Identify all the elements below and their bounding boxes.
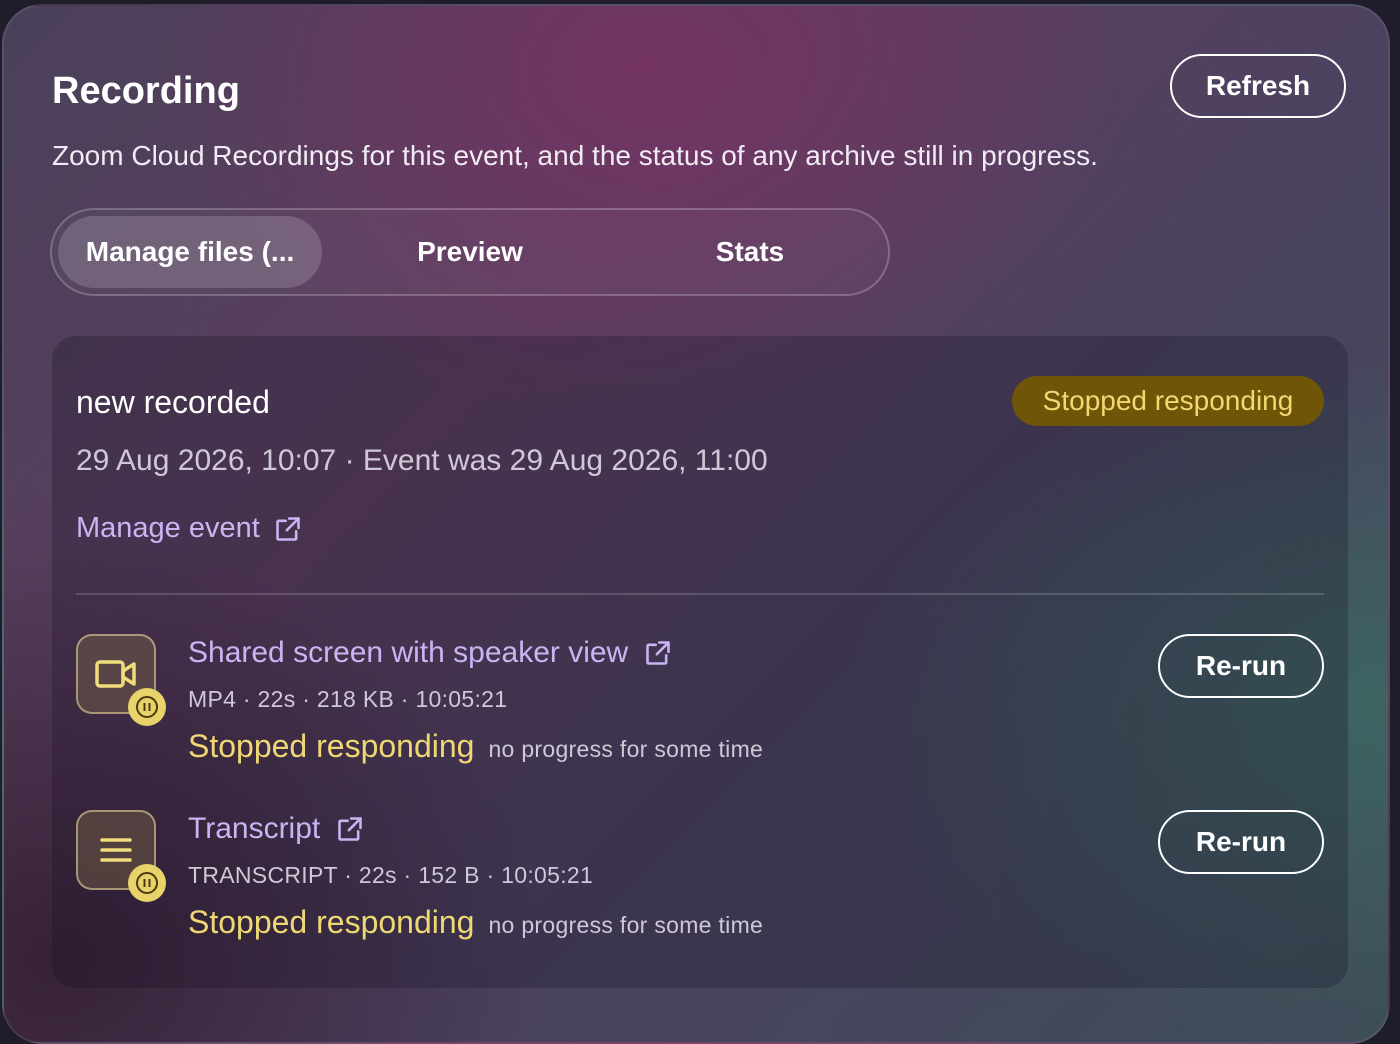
- manage-event-link[interactable]: Manage event: [76, 512, 302, 545]
- recording-card: new recorded Stopped responding 29 Aug 2…: [52, 336, 1348, 988]
- external-link-icon: [336, 815, 364, 843]
- external-link-icon: [274, 515, 302, 543]
- tab-preview[interactable]: Preview: [322, 216, 618, 288]
- file-row: Transcript TRANSCRIPT · 22s · 152 B · 10…: [76, 810, 1324, 950]
- pause-icon: [128, 688, 166, 726]
- status-badge: Stopped responding: [1012, 376, 1324, 426]
- file-name: Transcript: [188, 812, 321, 845]
- file-meta: MP4 · 22s · 218 KB · 10:05:21: [188, 686, 508, 712]
- recording-name: new recorded: [76, 384, 270, 420]
- divider: [76, 593, 1324, 595]
- file-status-note: no progress for some time: [488, 912, 764, 938]
- file-row: Shared screen with speaker view MP4 · 22…: [76, 634, 1324, 774]
- file-status: Stopped responding no progress for some …: [188, 904, 763, 941]
- pause-icon: [128, 864, 166, 902]
- file-name-link[interactable]: Shared screen with speaker view: [188, 636, 672, 670]
- external-link-icon: [644, 639, 672, 667]
- tab-stats[interactable]: Stats: [618, 216, 882, 288]
- file-status-label: Stopped responding: [188, 904, 475, 940]
- tab-manage-files[interactable]: Manage files (...: [58, 216, 322, 288]
- file-status-note: no progress for some time: [488, 736, 764, 762]
- tab-bar: Manage files (... Preview Stats: [50, 208, 890, 296]
- file-name-link[interactable]: Transcript: [188, 812, 364, 846]
- file-name: Shared screen with speaker view: [188, 636, 629, 669]
- refresh-button[interactable]: Refresh: [1170, 54, 1346, 118]
- page-title: Recording: [52, 70, 240, 112]
- file-meta: TRANSCRIPT · 22s · 152 B · 10:05:21: [188, 862, 594, 888]
- rerun-button[interactable]: Re-run: [1158, 634, 1324, 698]
- rerun-button[interactable]: Re-run: [1158, 810, 1324, 874]
- recording-meta: 29 Aug 2026, 10:07 · Event was 29 Aug 20…: [76, 444, 768, 477]
- manage-event-label: Manage event: [76, 512, 260, 544]
- recording-panel: Recording Refresh Zoom Cloud Recordings …: [2, 4, 1390, 1044]
- file-status-label: Stopped responding: [188, 728, 475, 764]
- file-status: Stopped responding no progress for some …: [188, 728, 763, 765]
- page-subtitle: Zoom Cloud Recordings for this event, an…: [52, 140, 1098, 171]
